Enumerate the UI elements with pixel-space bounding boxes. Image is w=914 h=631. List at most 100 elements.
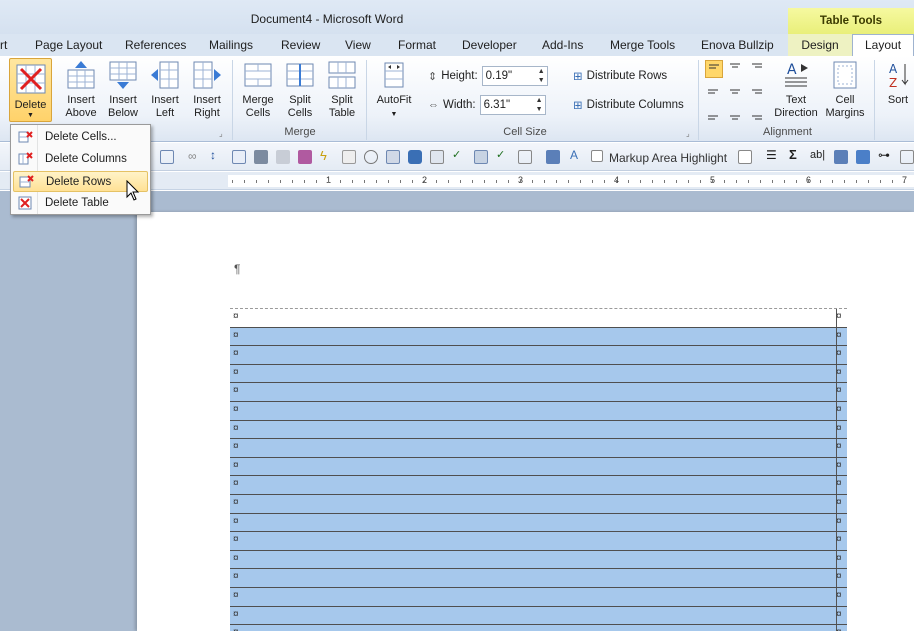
form-icon[interactable] [298, 150, 312, 164]
menu-item-delete-cells[interactable]: Delete Cells... [13, 127, 148, 148]
tab-developer[interactable]: Developer [462, 38, 517, 52]
insert-above-button[interactable]: Insert Above [60, 60, 102, 120]
tab-merge-tools[interactable]: Merge Tools [610, 38, 675, 52]
table-row-selected[interactable]: ¤¤ [230, 456, 847, 476]
column-width-input[interactable]: 6.31" ▲ ▼ [479, 95, 546, 115]
tab-view[interactable]: View [345, 38, 371, 52]
text-direction-button[interactable]: A Text Direction [770, 60, 822, 120]
print-icon[interactable] [254, 150, 268, 164]
align-center-button[interactable] [727, 83, 745, 101]
hierarchy-icon[interactable]: ⊶ [878, 148, 892, 162]
menu-item-delete-columns[interactable]: Delete Columns [13, 149, 148, 170]
tab-mailings[interactable]: Mailings [209, 38, 253, 52]
chart-icon[interactable] [856, 150, 870, 164]
insert-table-icon[interactable] [160, 150, 174, 164]
copy-icon[interactable] [276, 150, 290, 164]
ruler-tick [892, 180, 893, 183]
tab-layout[interactable]: Layout [852, 34, 914, 57]
table-row-selected[interactable]: ¤¤ [230, 512, 847, 532]
insert-below-button[interactable]: Insert Below [102, 60, 144, 120]
lightning-icon[interactable]: ϟ [320, 148, 334, 163]
zoom-icon[interactable] [364, 150, 378, 164]
research-icon[interactable] [474, 150, 488, 164]
split-table-button[interactable]: Split Table [321, 60, 363, 120]
page-icon[interactable] [738, 150, 752, 164]
align-center-right-button[interactable] [749, 83, 767, 101]
align-bottom-left-button[interactable] [705, 106, 723, 124]
delete-button[interactable]: Delete ▼ [9, 58, 52, 122]
distribute-columns-button[interactable]: ⊞ Distribute Columns [573, 98, 684, 112]
dialog-launcher-icon[interactable]: ⌟ [219, 129, 223, 138]
tab-enova-bullzip[interactable]: Enova Bullzip [701, 38, 774, 52]
table-row[interactable]: ¤ ¤ [230, 308, 847, 327]
merge-cells-button[interactable]: Merge Cells [237, 60, 279, 120]
field-icon[interactable] [518, 150, 532, 164]
row-height-input[interactable]: 0.19" ▲ ▼ [481, 66, 548, 86]
tab-insert-partial[interactable]: rt [0, 38, 7, 52]
table-row-selected[interactable]: ¤¤ [230, 586, 847, 606]
autofit-button[interactable]: AutoFit ▼ [372, 60, 416, 121]
align-bottom-right-button[interactable] [749, 106, 767, 124]
cell-margins-button[interactable]: Cell Margins [822, 60, 868, 120]
ruler-tick [844, 180, 845, 183]
group-separator [698, 60, 699, 140]
table-row-selected[interactable]: ¤¤ [230, 419, 847, 439]
edit-icon[interactable] [430, 150, 444, 164]
table-row-selected[interactable]: ¤¤ [230, 400, 847, 420]
table-row-selected[interactable]: ¤¤ [230, 345, 847, 365]
align-center-left-button[interactable] [705, 83, 723, 101]
ruler-tick [748, 180, 749, 183]
table-row-selected[interactable]: ¤¤ [230, 363, 847, 383]
split-cells-button[interactable]: Split Cells [279, 60, 321, 120]
table-row-selected[interactable]: ¤¤ [230, 549, 847, 569]
spinner-arrows-icon[interactable]: ▲ ▼ [536, 96, 543, 114]
table-row-selected[interactable]: ¤¤ [230, 382, 847, 402]
align-top-left-button[interactable] [705, 60, 723, 78]
row-end-marker: ¤ [836, 589, 842, 601]
table-row-selected[interactable]: ¤¤ [230, 438, 847, 458]
spinner-arrows-icon[interactable]: ▲ ▼ [538, 67, 545, 85]
tab-review[interactable]: Review [281, 38, 320, 52]
sort-icon[interactable]: ↕ [210, 148, 224, 162]
database-icon[interactable] [834, 150, 848, 164]
frame-icon[interactable] [342, 150, 356, 164]
text-field-icon[interactable]: ab| [810, 149, 825, 163]
tab-design[interactable]: Design [788, 34, 852, 56]
table-row-selected[interactable]: ¤¤ [230, 568, 847, 588]
document-icon[interactable] [386, 150, 400, 164]
align-top-right-button[interactable] [749, 60, 767, 78]
abc-check-icon[interactable]: ✓ [496, 148, 510, 162]
spell-check-icon[interactable]: ✓ [452, 148, 466, 162]
sum-icon[interactable]: Σ [789, 147, 803, 162]
cell-end-marker: ¤ [233, 589, 239, 601]
distribute-rows-button[interactable]: ⊞ Distribute Rows [573, 69, 667, 83]
table-row-selected[interactable]: ¤¤ [230, 326, 847, 346]
grid-view-icon[interactable] [546, 150, 560, 164]
tab-page-layout[interactable]: Page Layout [35, 38, 102, 52]
tab-format[interactable]: Format [398, 38, 436, 52]
insert-left-button[interactable]: Insert Left [144, 60, 186, 120]
row-end-marker: ¤ [836, 459, 842, 471]
table-row-selected[interactable]: ¤¤ [230, 475, 847, 495]
link-icon[interactable]: ∞ [188, 149, 202, 163]
sort-button[interactable]: AZ Sort [882, 60, 914, 107]
ruler-tick [520, 180, 521, 183]
tab-references[interactable]: References [125, 38, 186, 52]
table-row-selected[interactable]: ¤¤ [230, 493, 847, 513]
align-top-center-button[interactable] [727, 60, 745, 78]
row-end-marker: ¤ [836, 403, 842, 415]
table-row-selected[interactable]: ¤¤ [230, 624, 847, 631]
more-icon[interactable] [900, 150, 914, 164]
tab-add-ins[interactable]: Add-Ins [542, 38, 583, 52]
bullet-list-icon[interactable]: ☰ [766, 148, 780, 162]
table-grid-icon[interactable] [232, 150, 246, 164]
table-row-selected[interactable]: ¤¤ [230, 531, 847, 551]
document-table[interactable]: ¤¤¤¤¤¤¤¤¤¤¤¤¤¤¤¤¤¤¤¤¤¤¤¤¤¤¤¤¤¤¤¤¤¤¤¤ [230, 308, 847, 631]
align-bottom-center-button[interactable] [727, 106, 745, 124]
table-row-selected[interactable]: ¤¤ [230, 605, 847, 625]
insert-right-button[interactable]: Insert Right [186, 60, 228, 120]
dialog-launcher-icon[interactable]: ⌟ [686, 129, 690, 138]
replace-icon[interactable]: A [570, 148, 584, 162]
markup-area-checkbox[interactable] [591, 150, 603, 162]
info-icon[interactable] [408, 150, 422, 164]
